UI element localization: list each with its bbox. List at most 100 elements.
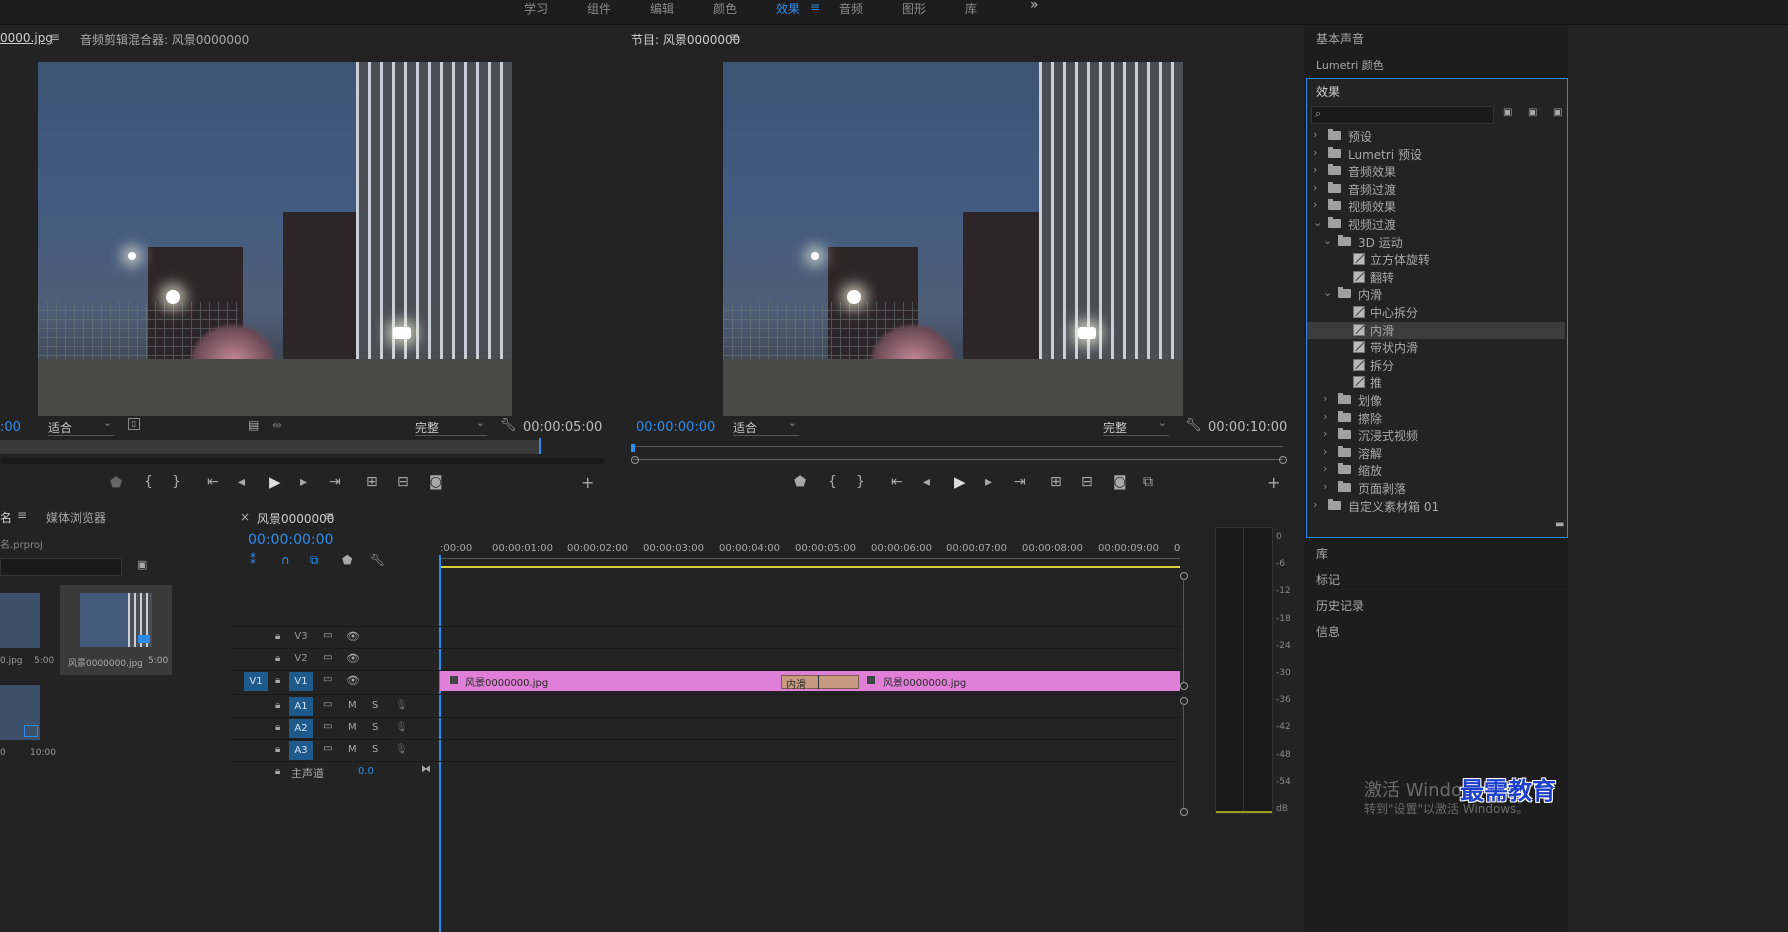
yuv-effects-icon[interactable]: ▣	[1553, 107, 1562, 118]
markers-tab[interactable]: 标记	[1306, 566, 1568, 592]
mute-button[interactable]: M	[348, 700, 357, 711]
timeline-close-icon[interactable]: ×	[240, 510, 250, 524]
go-to-in-icon[interactable]: ⇤	[207, 474, 219, 490]
media-browser-tab[interactable]: 媒体浏览器	[46, 509, 106, 526]
timeline-tab-menu-icon[interactable]: ≡	[324, 509, 334, 523]
effects-tree-item[interactable]: › 沉浸式视频	[1307, 427, 1565, 444]
master-volume-value[interactable]: 0.0	[358, 766, 374, 777]
track-a1-label[interactable]: A1	[289, 697, 313, 716]
effects-tree-item[interactable]: ⌄ 3D 运动	[1307, 234, 1565, 251]
sync-lock-icon[interactable]: ▭	[323, 674, 332, 685]
chevron-right-icon[interactable]: ›	[1323, 462, 1327, 475]
sync-lock-icon[interactable]: ▭	[323, 721, 332, 732]
vertical-zoom-handle[interactable]	[1180, 808, 1188, 816]
sync-lock-icon[interactable]: ▭	[323, 699, 332, 710]
workspace-tab-editing[interactable]: 编辑	[650, 0, 674, 17]
effects-tree-item[interactable]: › 划像	[1307, 392, 1565, 409]
timeline-playhead[interactable]	[439, 555, 441, 932]
effects-tree-item[interactable]: 推	[1307, 374, 1565, 391]
solo-button[interactable]: S	[372, 744, 378, 755]
program-zoom-handle-right[interactable]	[1279, 456, 1287, 464]
mark-in-icon[interactable]: {	[144, 474, 153, 490]
program-export-frame-icon[interactable]: ◙	[1113, 474, 1127, 490]
mute-button[interactable]: M	[348, 744, 357, 755]
lumetri-color-tab[interactable]: Lumetri 颜色	[1306, 51, 1568, 77]
program-step-back-icon[interactable]: ◂	[923, 474, 930, 490]
program-quality-select[interactable]: 完整	[1103, 416, 1169, 436]
transition-clip[interactable]: 内滑	[781, 675, 859, 691]
vertical-zoom-handle[interactable]	[1180, 697, 1188, 705]
eye-icon[interactable]: 👁︎	[346, 630, 360, 643]
program-timecode[interactable]: 00:00:00:00	[636, 420, 715, 435]
effects-tree-item[interactable]: › 缩放	[1307, 462, 1565, 479]
project-tab[interactable]: 名	[0, 509, 12, 526]
workspace-tab-learn[interactable]: 学习	[524, 0, 548, 17]
chevron-right-icon[interactable]: ›	[1313, 181, 1317, 194]
track-a2-label[interactable]: A2	[289, 719, 313, 738]
compare-view-icon[interactable]: ⧉	[1143, 474, 1153, 490]
workspace-tab-color[interactable]: 颜色	[713, 0, 737, 17]
chevron-right-icon[interactable]: ›	[1313, 146, 1317, 159]
effects-tree-item[interactable]: ⌄ 视频过渡	[1307, 216, 1565, 233]
mark-out-icon[interactable]: }	[172, 474, 181, 490]
effects-tree-item[interactable]: › Lumetri 预设	[1307, 146, 1565, 163]
source-patch-v1[interactable]: V1	[244, 672, 268, 691]
chevron-right-icon[interactable]: ›	[1323, 410, 1327, 423]
chevron-down-icon[interactable]: ⌄	[1323, 286, 1332, 299]
chevron-down-icon[interactable]: ⌄	[1323, 234, 1332, 247]
add-marker-icon[interactable]: ⬟	[110, 475, 122, 491]
program-playhead[interactable]	[631, 444, 635, 452]
source-timecode[interactable]: :00	[0, 420, 21, 435]
new-bin-icon[interactable]: ▣	[137, 558, 147, 571]
go-to-end-icon[interactable]: ⧓	[421, 764, 431, 775]
program-zoom-bar[interactable]	[633, 459, 1283, 460]
add-marker-timeline-icon[interactable]: ⬟	[342, 553, 352, 567]
effects-tree-item[interactable]: 带状内滑	[1307, 339, 1565, 356]
project-tab-menu-icon[interactable]: ≡	[17, 508, 27, 522]
timeline-settings-icon[interactable]: 🔧︎	[370, 553, 385, 567]
lock-icon[interactable]: 🔒︎	[275, 722, 280, 733]
program-tab-menu-icon[interactable]: ≡	[729, 30, 739, 44]
lock-icon[interactable]: 🔒︎	[275, 700, 280, 711]
lock-icon[interactable]: 🔒︎	[275, 766, 280, 777]
audio-clip-mixer-tab[interactable]: 音频剪辑混合器: 风景0000000	[80, 31, 249, 48]
source-wrench-icon[interactable]: 🔧︎	[500, 418, 517, 433]
mute-button[interactable]: M	[348, 722, 357, 733]
workspace-tab-graphics[interactable]: 图形	[902, 0, 926, 17]
program-wrench-icon[interactable]: 🔧︎	[1185, 418, 1202, 433]
source-insert-icon[interactable]: ▤	[248, 418, 259, 432]
work-area-bar[interactable]	[440, 566, 1180, 568]
32bit-effects-icon[interactable]: ▣	[1528, 107, 1537, 118]
timeline-timecode[interactable]: 00:00:00:00	[248, 532, 333, 548]
program-step-forward-icon[interactable]: ▸	[985, 474, 992, 490]
workspace-tab-libraries[interactable]: 库	[965, 0, 977, 17]
effects-tree-item[interactable]: 拆分	[1307, 357, 1565, 374]
microphone-icon[interactable]: 🎙︎	[395, 744, 408, 755]
project-item-selected[interactable]: 风景0000000.jpg 5:00	[60, 585, 172, 675]
sync-lock-icon[interactable]: ▭	[323, 630, 332, 641]
chevron-down-icon[interactable]: ⌄	[1313, 216, 1322, 229]
chevron-right-icon[interactable]: ›	[1313, 128, 1317, 141]
source-scrub-bar[interactable]	[0, 440, 540, 454]
accelerated-effects-icon[interactable]: ▣	[1503, 107, 1512, 118]
microphone-icon[interactable]: 🎙︎	[395, 722, 408, 733]
track-v2-label[interactable]: V2	[289, 651, 313, 667]
effects-tree-item[interactable]: › 溶解	[1307, 445, 1565, 462]
effects-tree-item[interactable]: › 页面剥落	[1307, 480, 1565, 497]
effects-tree-item[interactable]: 翻转	[1307, 269, 1565, 286]
effects-tree-item[interactable]: › 预设	[1307, 128, 1565, 145]
libraries-tab[interactable]: 库	[1306, 540, 1568, 566]
eye-icon[interactable]: 👁︎	[346, 674, 360, 687]
workspace-tab-assembly[interactable]: 组件	[587, 0, 611, 17]
effects-search-input[interactable]: ⌕	[1311, 106, 1494, 124]
vertical-zoom-handle[interactable]	[1180, 572, 1188, 580]
program-add-marker-icon[interactable]: ⬟	[794, 474, 806, 490]
program-fit-select[interactable]: 适合	[733, 416, 799, 436]
effects-tree-item[interactable]: › 音频过渡	[1307, 181, 1565, 198]
history-tab[interactable]: 历史记录	[1306, 592, 1568, 618]
lock-icon[interactable]: 🔒︎	[275, 653, 280, 664]
chevron-right-icon[interactable]: ›	[1323, 427, 1327, 440]
program-scrub-bar[interactable]	[633, 446, 1283, 447]
effects-tree-item[interactable]: 中心拆分	[1307, 304, 1565, 321]
nest-icon[interactable]: ⁑	[250, 553, 256, 567]
